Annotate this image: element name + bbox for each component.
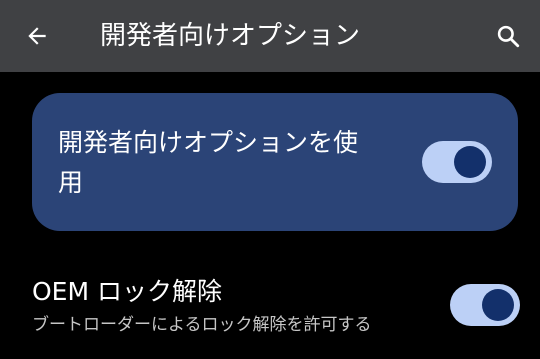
oem-unlock-summary: ブートローダーによるロック解除を許可する <box>32 315 372 335</box>
search-icon <box>497 25 520 48</box>
oem-unlock-toggle[interactable] <box>450 284 520 326</box>
back-button[interactable] <box>18 17 56 55</box>
page-title: 開発者向けオプション <box>100 21 361 51</box>
oem-unlock-title: OEM ロック解除 <box>32 277 222 306</box>
oem-unlock-row[interactable]: OEM ロック解除 ブートローダーによるロック解除を許可する <box>0 264 540 359</box>
toggle-knob <box>454 146 486 178</box>
developer-options-toggle[interactable] <box>422 141 492 183</box>
search-button[interactable] <box>488 16 528 56</box>
use-developer-options-label: 開発者向けオプションを使用 <box>58 128 359 197</box>
toggle-knob <box>482 289 514 321</box>
arrow-back-icon <box>28 27 46 45</box>
app-bar: 開発者向けオプション <box>0 0 540 72</box>
use-developer-options-card[interactable]: 開発者向けオプションを使用 <box>32 93 518 231</box>
